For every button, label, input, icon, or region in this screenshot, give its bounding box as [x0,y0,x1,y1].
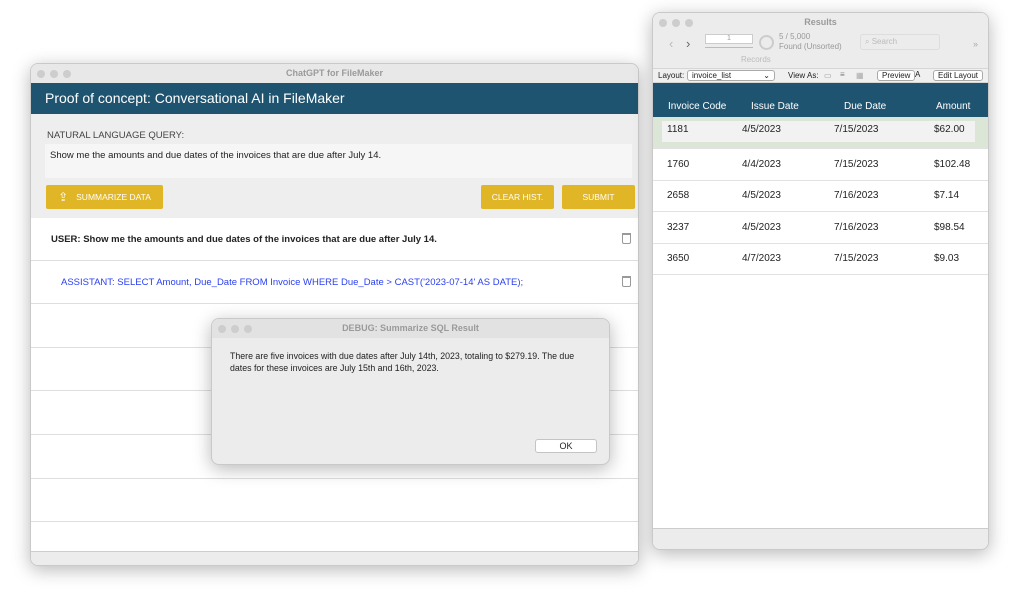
layout-label: Layout: [658,71,684,80]
search-icon: ⌕ [865,37,872,46]
table-cell: $102.48 [934,159,970,170]
table-cell: 4/5/2023 [742,190,781,201]
table-cell: 4/5/2023 [742,222,781,233]
dialog-title: DEBUG: Summarize SQL Result [342,323,479,333]
table-view-icon[interactable]: ▦ [856,71,864,80]
upload-icon: ⇪ [58,190,68,204]
next-record-icon[interactable]: › [686,35,690,53]
found-status: Found (Unsorted) [779,38,842,56]
record-slider[interactable] [705,47,753,48]
table-cell: $98.54 [934,222,965,233]
table-row[interactable]: 1760 4/4/2023 7/15/2023 $102.48 [653,149,988,181]
results-window: Results ‹ › 1 5 / 5,000 Found (Unsorted)… [652,12,989,550]
column-header[interactable]: Amount [936,101,970,112]
table-cell: 7/15/2023 [834,253,879,264]
list-view-icon[interactable]: ≡ [840,70,845,79]
ok-button[interactable]: OK [535,439,597,453]
table-cell: 4/5/2023 [742,124,781,135]
window-controls[interactable] [659,19,693,27]
form-view-icon[interactable]: ▭ [824,71,832,80]
debug-dialog: DEBUG: Summarize SQL Result There are fi… [211,318,610,465]
status-bar [653,528,988,549]
chatgpt-window: ChatGPT for FileMaker Proof of concept: … [30,63,639,566]
title-bar: ChatGPT for FileMaker [31,64,638,83]
table-row[interactable]: 3650 4/7/2023 7/15/2023 $9.03 [653,243,988,275]
summarize-data-button[interactable]: ⇪ SUMMARIZE DATA [46,185,163,209]
search-field[interactable]: ⌕ Search [860,34,940,50]
table-cell: 1181 [667,124,689,135]
submit-button[interactable]: SUBMIT [562,185,635,209]
history-item-user: USER: Show me the amounts and due dates … [31,218,638,261]
view-as-label: View As: [788,71,819,80]
table-cell: 7/15/2023 [834,159,879,170]
dialog-title-bar: DEBUG: Summarize SQL Result [212,319,609,338]
table-cell: 1760 [667,159,689,170]
trash-icon[interactable] [622,276,631,287]
column-header[interactable]: Due Date [844,101,886,112]
table-row[interactable]: 2658 4/5/2023 7/16/2023 $7.14 [653,180,988,212]
table-cell: $9.03 [934,253,959,264]
column-header[interactable]: Invoice Code [668,101,726,112]
history-item-assistant: ASSISTANT: SELECT Amount, Due_Date FROM … [31,261,638,304]
text-format-icon[interactable]: A [915,70,920,79]
edit-layout-button[interactable]: Edit Layout [933,70,983,81]
query-panel: NATURAL LANGUAGE QUERY: Show me the amou… [31,114,638,218]
window-title: ChatGPT for FileMaker [286,68,383,78]
trash-icon[interactable] [622,233,631,244]
table-row[interactable]: 3237 4/5/2023 7/16/2023 $98.54 [653,212,988,244]
table-cell: 2658 [667,190,689,201]
results-title: Results [804,17,837,27]
table-cell: $7.14 [934,190,959,201]
results-toolbar: Results ‹ › 1 5 / 5,000 Found (Unsorted)… [653,13,988,68]
window-controls[interactable] [37,70,71,78]
header-title: Proof of concept: Conversational AI in F… [45,90,345,106]
table-cell: 3237 [667,222,689,233]
window-controls[interactable] [218,325,252,333]
overflow-chevron-icon[interactable]: » [973,35,978,53]
dialog-message: There are five invoices with due dates a… [230,350,590,374]
query-label: NATURAL LANGUAGE QUERY: [47,130,184,141]
table-cell: $62.00 [934,124,965,135]
history-item-empty [31,479,638,522]
records-label: Records [741,51,771,69]
prev-record-icon[interactable]: ‹ [669,35,673,53]
clear-history-button[interactable]: CLEAR HIST. [481,185,554,209]
status-bar [31,551,638,565]
table-cell: 7/15/2023 [834,124,879,135]
selected-row-highlight [662,121,975,142]
progress-circle-icon [759,35,774,50]
layout-bar: Layout: invoice_list⌄ View As: ▭ ≡ ▦ Pre… [653,68,988,83]
preview-button[interactable]: Preview [877,70,915,81]
table-header: Invoice Code Issue Date Due Date Amount [653,83,988,117]
column-header[interactable]: Issue Date [751,101,799,112]
table-cell: 3650 [667,253,689,264]
table-cell: 4/7/2023 [742,253,781,264]
record-number-input[interactable]: 1 [705,34,753,44]
layout-select[interactable]: invoice_list⌄ [687,70,775,81]
table-cell: 4/4/2023 [742,159,781,170]
table-cell: 7/16/2023 [834,190,879,201]
query-input[interactable]: Show me the amounts and due dates of the… [45,144,632,178]
table-cell: 7/16/2023 [834,222,879,233]
app-header: Proof of concept: Conversational AI in F… [31,83,638,114]
table-row[interactable]: 1181 4/5/2023 7/15/2023 $62.00 [653,117,988,149]
